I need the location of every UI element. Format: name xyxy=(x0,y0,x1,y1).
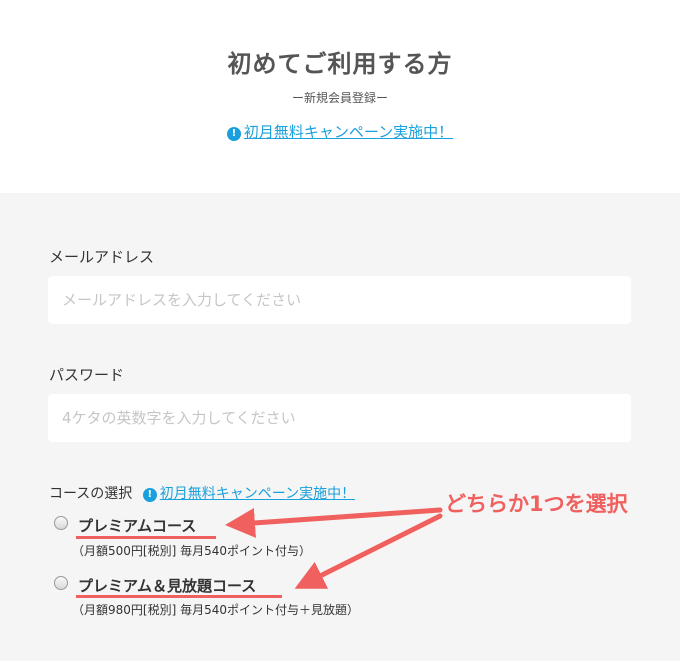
arrow-to-premium xyxy=(225,507,443,538)
annotation-arrows xyxy=(225,507,443,589)
arrow-to-premium-unlimited xyxy=(294,513,443,589)
